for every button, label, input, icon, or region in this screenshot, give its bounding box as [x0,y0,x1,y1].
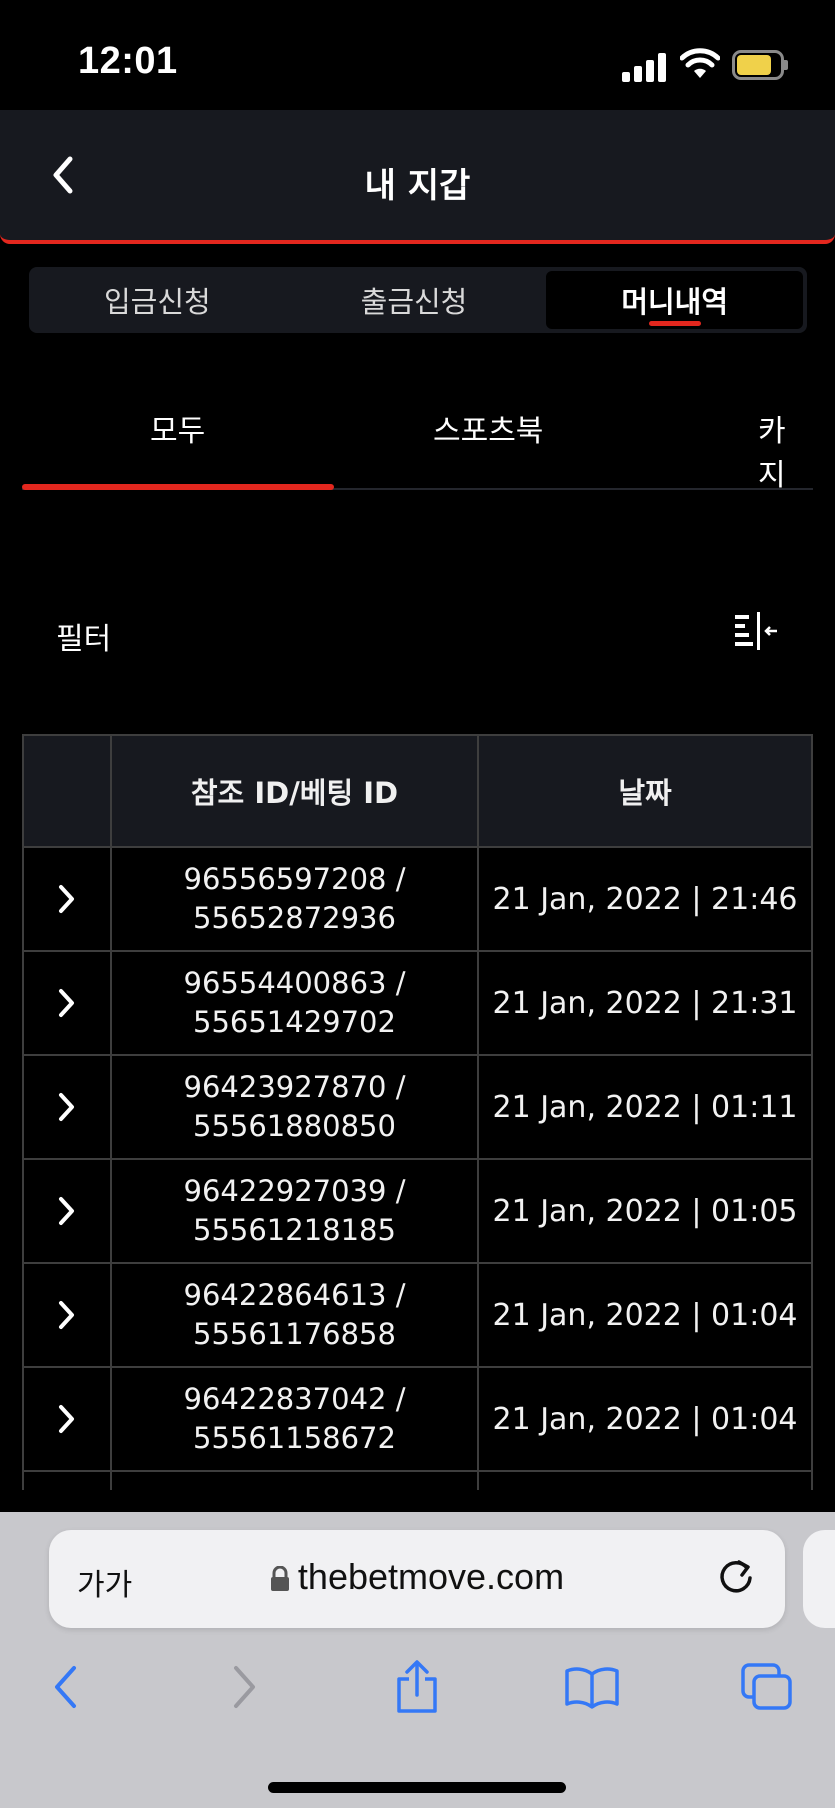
filter-row: 필터 [22,600,813,670]
date-cell: 21 Jan, 2022 | 21:46 [492,881,798,917]
chevron-right-icon [59,885,74,913]
app-header: 내 지갑 [0,110,835,244]
expand-row-button[interactable] [24,1368,112,1470]
tabs-icon [741,1663,792,1710]
table-header-ref-id: 참조 ID/베팅 ID [112,736,479,846]
browser-back-button[interactable] [30,1652,100,1722]
tab-withdraw-request[interactable]: 출금신청 [286,267,543,333]
bet-id: 55651429702 [193,1005,396,1039]
expand-row-button[interactable] [24,848,112,950]
filter-icon[interactable] [733,612,779,652]
table-row[interactable]: 96423927870 / 55561880850 21 Jan, 2022 | … [24,1056,811,1160]
date-cell: 21 Jan, 2022 | 01:11 [492,1089,798,1125]
address-bar[interactable]: 가가 thebetmove.com [49,1530,785,1628]
bet-id: 55652872936 [193,901,396,935]
table-header-row: 참조 ID/베팅 ID 날짜 [24,736,811,848]
expand-row-button[interactable] [24,1056,112,1158]
category-tab-indicator [22,484,334,490]
bookmarks-button[interactable] [557,1652,627,1722]
table-row[interactable]: 96556597208 / 55652872936 21 Jan, 2022 | … [24,848,811,952]
tabs-button[interactable] [732,1652,802,1722]
battery-icon [732,50,788,80]
ref-id: 96422837042 / [183,1382,406,1416]
bookmarks-icon [565,1667,619,1709]
table-header-expand [24,736,112,846]
status-time: 12:01 [78,40,178,82]
tab-all[interactable]: 모두 [150,406,205,450]
reload-icon[interactable] [715,1556,757,1598]
chevron-right-icon [234,1666,255,1708]
browser-toolbar [0,1652,835,1742]
bet-id: 55561218185 [193,1213,396,1247]
url-text: thebetmove.com [297,1556,565,1597]
date-cell: 21 Jan, 2022 | 01:04 [492,1401,798,1437]
ref-bet-id-cell: 96423927870 / 55561880850 [112,1056,479,1158]
status-bar: 12:01 [0,0,835,110]
share-button[interactable] [382,1652,452,1722]
bet-id: 55561158672 [193,1421,396,1455]
table-row-partial [24,1472,811,1490]
wallet-tabs: 입금신청 출금신청 머니내역 [29,267,807,333]
ref-bet-id-cell: 96422927039 / 55561218185 [112,1160,479,1262]
table-row[interactable]: 96422927039 / 55561218185 21 Jan, 2022 | … [24,1160,811,1264]
tab-deposit-request[interactable]: 입금신청 [29,267,286,333]
filter-label: 필터 [56,622,112,657]
table-row[interactable]: 96554400863 / 55651429702 21 Jan, 2022 | … [24,952,811,1056]
money-history-table: 참조 ID/베팅 ID 날짜 96556597208 / 55652872936 … [22,734,813,1490]
ref-bet-id-cell: 96422864613 / 55561176858 [112,1264,479,1366]
ref-id: 96422864613 / [183,1278,406,1312]
expand-row-button[interactable] [24,1264,112,1366]
tab-money-history[interactable]: 머니내역 [546,271,804,329]
lock-icon [270,1566,289,1592]
chevron-right-icon [59,1197,74,1225]
chevron-right-icon [59,989,74,1017]
bet-id: 55561176858 [193,1317,396,1351]
bet-id: 55561880850 [193,1109,396,1143]
category-tabs: 모두 스포츠북 카지 [22,380,813,493]
cellular-signal-icon [622,52,668,82]
share-icon [397,1660,437,1713]
expand-row-button[interactable] [24,1160,112,1262]
tab-sportsbook[interactable]: 스포츠북 [433,406,543,450]
ref-id: 96423927870 / [183,1070,406,1104]
date-cell: 21 Jan, 2022 | 01:05 [492,1193,798,1229]
ref-bet-id-cell: 96554400863 / 55651429702 [112,952,479,1054]
chevron-left-icon [55,1666,76,1708]
ref-bet-id-cell: 96556597208 / 55652872936 [112,848,479,950]
tab-casino[interactable]: 카지 [758,406,813,494]
page-title: 내 지갑 [364,166,471,206]
browser-forward-button[interactable] [210,1652,280,1722]
table-row[interactable]: 96422864613 / 55561176858 21 Jan, 2022 | … [24,1264,811,1368]
table-row[interactable]: 96422837042 / 55561158672 21 Jan, 2022 | … [24,1368,811,1472]
wifi-icon [680,48,720,78]
home-indicator [268,1782,566,1793]
chevron-right-icon [59,1301,74,1329]
ref-bet-id-cell: 96422837042 / 55561158672 [112,1368,479,1470]
browser-chrome: 가가 thebetmove.com [0,1512,835,1808]
date-cell: 21 Jan, 2022 | 21:31 [492,985,798,1021]
expand-row-button[interactable] [24,952,112,1054]
chevron-right-icon [59,1093,74,1121]
next-tab-peek[interactable] [803,1530,835,1628]
ref-id: 96554400863 / [183,966,406,1000]
ref-id: 96556597208 / [183,862,406,896]
chevron-right-icon [59,1405,74,1433]
date-cell: 21 Jan, 2022 | 01:04 [492,1297,798,1333]
url-display: thebetmove.com [49,1556,785,1598]
active-tab-underline [648,321,701,326]
ref-id: 96422927039 / [183,1174,406,1208]
table-header-date: 날짜 [618,776,672,810]
